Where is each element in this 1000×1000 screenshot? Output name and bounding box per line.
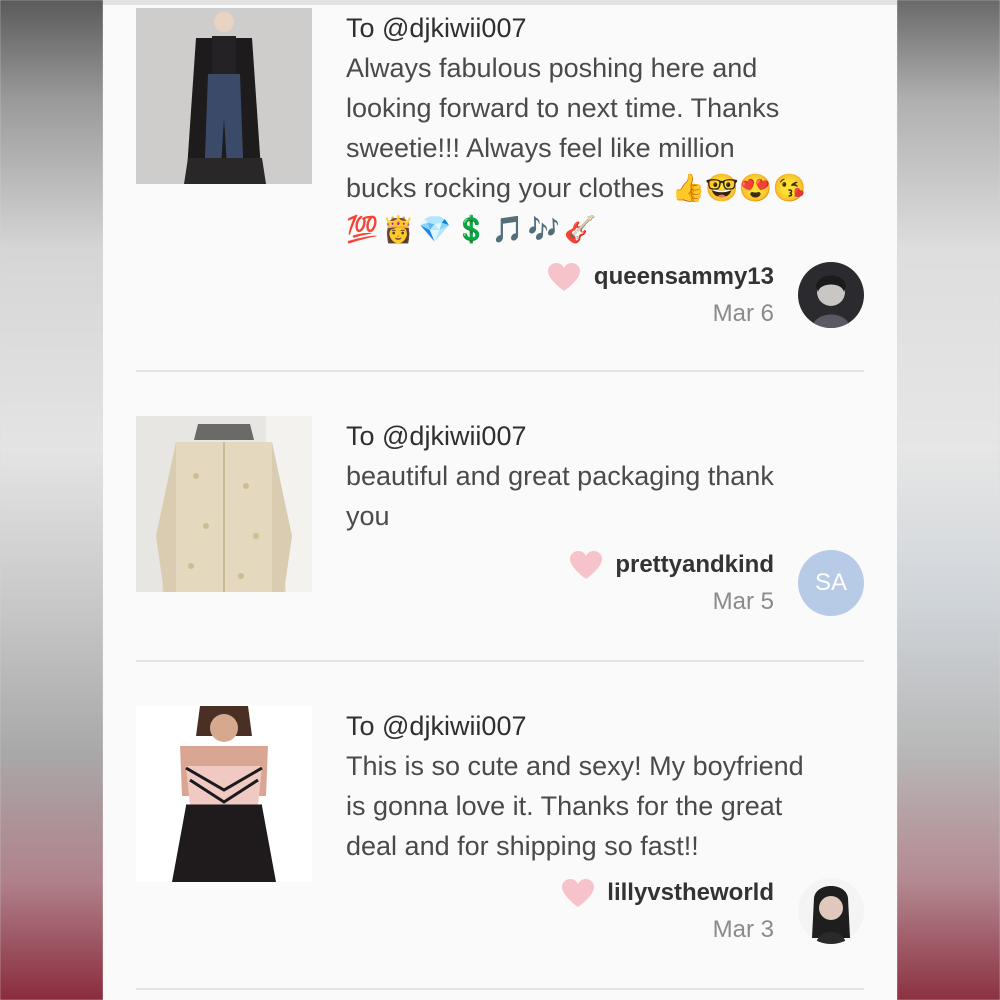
- reviewer-username[interactable]: queensammy13: [594, 263, 774, 290]
- review-text-line: Always fabulous poshing here and: [346, 53, 758, 83]
- review-date: Mar 3: [712, 916, 774, 943]
- avatar[interactable]: SA: [798, 550, 864, 616]
- review-text-line: is gonna love it. Thanks for the great: [346, 791, 783, 821]
- lace-kimono-outfit-image: [136, 8, 312, 184]
- pink-black-babydoll-image: [136, 706, 312, 882]
- review-recipient: To @djkiwii007: [346, 13, 527, 43]
- divider: [136, 660, 864, 662]
- review-emoji-line: 💯👸💎💲🎵🎶🎸: [346, 214, 601, 244]
- review-text-line: deal and for shipping so fast!!: [346, 831, 699, 861]
- listing-thumbnail[interactable]: [136, 416, 312, 592]
- review-text-line: sweetie!!! Always feel like million: [346, 133, 735, 163]
- review-meta: queensammy13 Mar 6: [547, 262, 774, 328]
- review-date: Mar 5: [712, 588, 774, 615]
- review-meta: prettyandkind Mar 5: [569, 550, 774, 616]
- review-content: To @djkiwii007 beautiful and great packa…: [346, 416, 866, 536]
- review-text-line: This is so cute and sexy! My boyfriend: [346, 751, 804, 781]
- avatar-photo: [798, 878, 864, 944]
- divider: [136, 988, 864, 990]
- review-text-line: you: [346, 501, 390, 531]
- reviewer-username[interactable]: lillyvstheworld: [607, 879, 774, 906]
- review-text-line: bucks rocking your clothes 👍🤓😍😘: [346, 173, 807, 203]
- listing-thumbnail[interactable]: [136, 706, 312, 882]
- reviews-panel[interactable]: To @djkiwii007 Always fabulous poshing h…: [103, 0, 897, 1000]
- heart-icon[interactable]: [547, 262, 581, 292]
- background-left-blur: [0, 0, 103, 1000]
- reviewer-username[interactable]: prettyandkind: [615, 551, 774, 578]
- background-right-blur: [897, 0, 1000, 1000]
- heart-icon[interactable]: [569, 550, 603, 580]
- avatar[interactable]: [798, 262, 864, 328]
- review-content: To @djkiwii007 This is so cute and sexy!…: [346, 706, 866, 866]
- heart-icon[interactable]: [561, 878, 595, 908]
- review-text-line: beautiful and great packaging thank: [346, 461, 774, 491]
- review-text-line: looking forward to next time. Thanks: [346, 93, 780, 123]
- review-recipient: To @djkiwii007: [346, 421, 527, 451]
- review-recipient: To @djkiwii007: [346, 711, 527, 741]
- cream-brocade-jacket-image: [136, 416, 312, 592]
- review-content: To @djkiwii007 Always fabulous poshing h…: [346, 8, 866, 250]
- review-date: Mar 6: [712, 300, 774, 327]
- divider: [136, 370, 864, 372]
- review-meta: lillyvstheworld Mar 3: [561, 878, 774, 944]
- listing-thumbnail[interactable]: [136, 8, 312, 184]
- avatar-initials: SA: [814, 569, 847, 596]
- avatar[interactable]: [798, 878, 864, 944]
- avatar-photo: [798, 262, 864, 328]
